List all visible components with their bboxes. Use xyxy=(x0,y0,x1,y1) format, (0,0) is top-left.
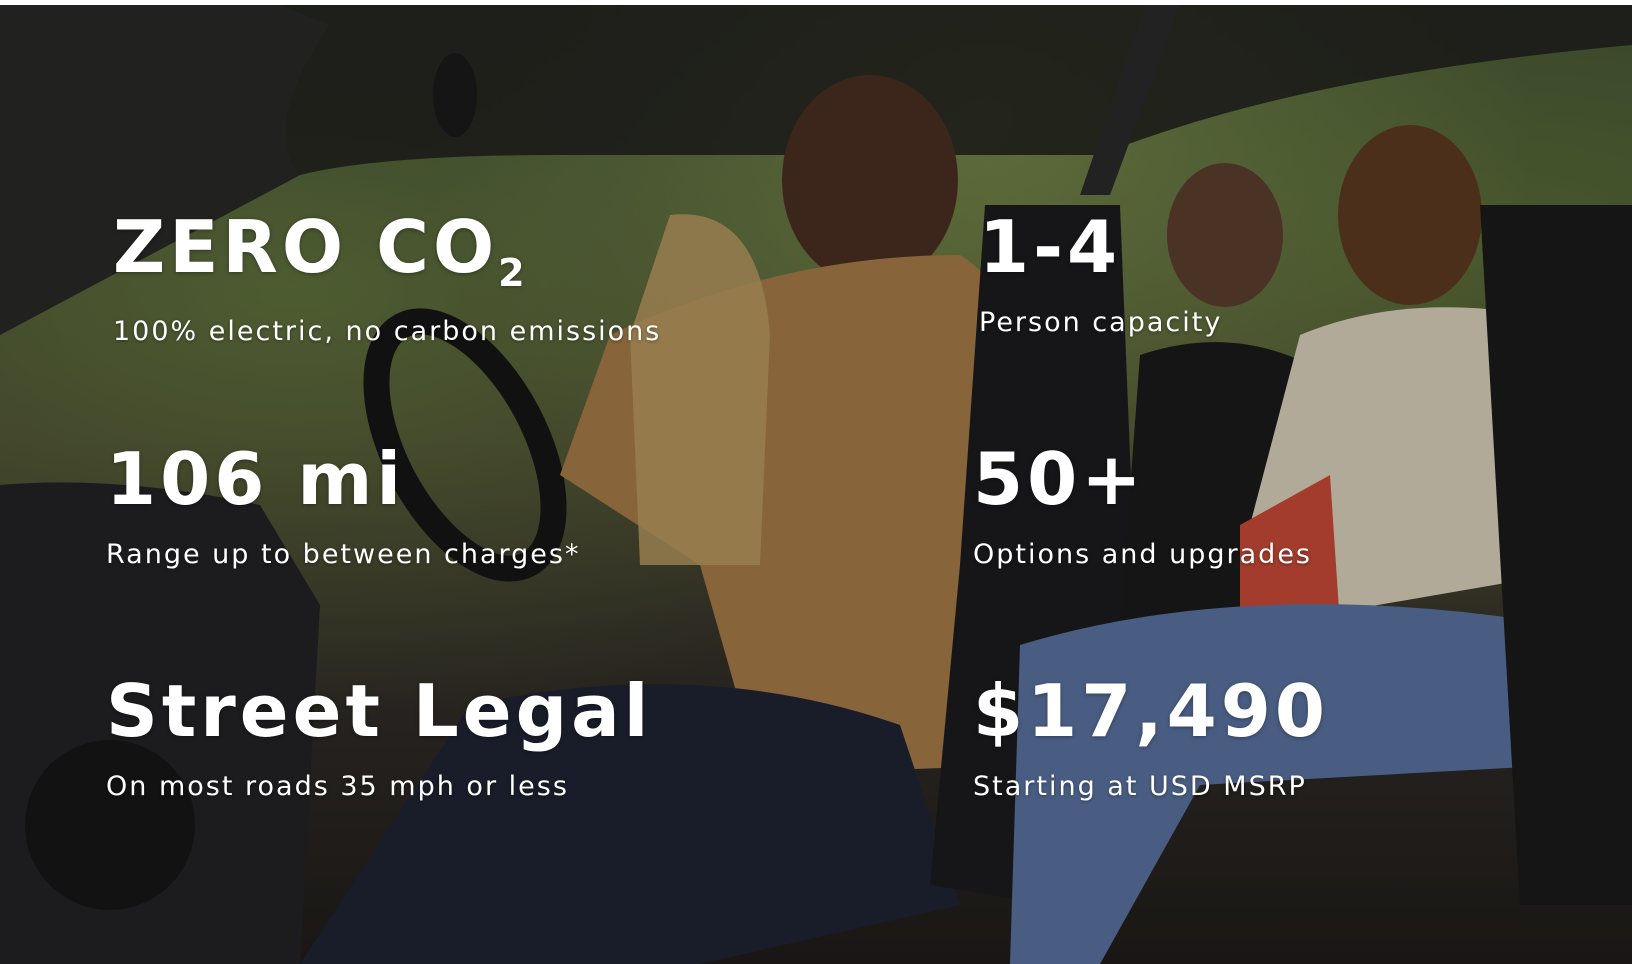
stat-headline: $17,490 xyxy=(973,669,1329,753)
stat-headline: 1-4 xyxy=(979,205,1122,289)
stat-caption: On most roads 35 mph or less xyxy=(106,771,569,802)
stat-headline: 106 mi xyxy=(106,437,406,521)
stat-caption: 100% electric, no carbon emissions xyxy=(113,316,662,347)
hero-banner: ZERO CO2 100% electric, no carbon emissi… xyxy=(0,5,1632,964)
stat-person-capacity: 1-4 Person capacity xyxy=(979,211,1222,336)
stat-options: 50+ Options and upgrades xyxy=(973,443,1312,568)
stat-price: $17,490 Starting at USD MSRP xyxy=(973,675,1329,800)
stat-headline: 50+ xyxy=(973,437,1146,521)
stat-zero-co2: ZERO CO2 100% electric, no carbon emissi… xyxy=(113,211,661,345)
stat-headline: ZERO CO2 xyxy=(113,205,525,295)
stat-street-legal: Street Legal On most roads 35 mph or les… xyxy=(106,675,652,800)
stat-headline: Street Legal xyxy=(106,669,653,753)
stat-caption: Person capacity xyxy=(979,307,1223,338)
stat-subscript: 2 xyxy=(498,251,525,295)
stat-range: 106 mi Range up to between charges* xyxy=(106,443,580,568)
stat-caption: Range up to between charges* xyxy=(106,539,581,570)
stat-caption: Starting at USD MSRP xyxy=(973,771,1307,802)
stat-caption: Options and upgrades xyxy=(973,539,1312,570)
